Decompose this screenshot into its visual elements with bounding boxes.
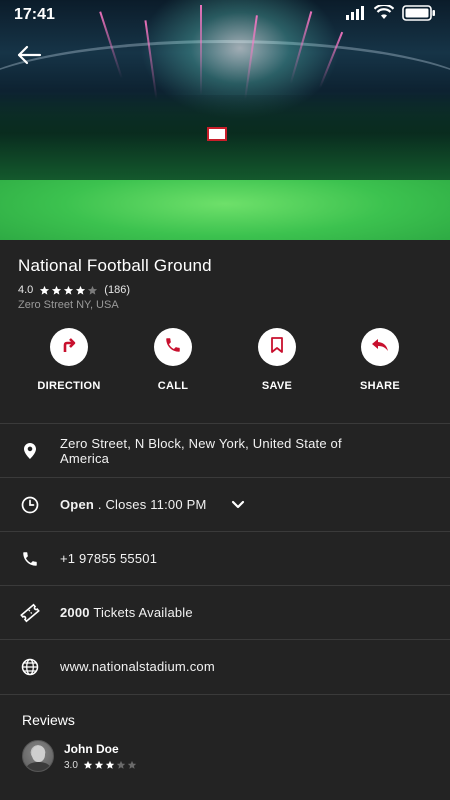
- phone-icon: [20, 549, 40, 569]
- arrow-left-icon: [16, 44, 42, 71]
- scoreboard-logo: [207, 127, 227, 141]
- address-line-2: America: [60, 450, 110, 466]
- wifi-icon: [373, 3, 395, 25]
- website-link[interactable]: www.nationalstadium.com: [60, 659, 215, 674]
- hours-detail: . Closes 11:00 PM: [97, 497, 207, 512]
- hours-row[interactable]: Open . Closes 11:00 PM: [0, 477, 450, 531]
- football-pitch: [0, 180, 450, 240]
- website-row[interactable]: www.nationalstadium.com: [0, 639, 450, 693]
- save-button[interactable]: SAVE: [225, 328, 329, 392]
- address-text: Zero Street, N Block, New York, United S…: [60, 436, 342, 466]
- star-filled-icon: [76, 285, 86, 295]
- tickets-label: Tickets Available: [93, 605, 193, 620]
- stadium-stands: [0, 95, 450, 190]
- review-meta: John Doe 3.0: [64, 742, 137, 771]
- star-empty-icon: [116, 760, 126, 769]
- tickets-text: 2000 Tickets Available: [60, 605, 193, 620]
- save-circle: [258, 328, 296, 366]
- avatar: [22, 740, 54, 772]
- share-icon: [371, 337, 389, 358]
- star-empty-icon: [88, 285, 98, 295]
- review-rating: 3.0: [64, 760, 137, 771]
- phone-icon: [164, 336, 182, 359]
- avatar-face: [32, 746, 45, 762]
- rating-value: 4.0: [18, 284, 34, 296]
- clock-icon: [20, 495, 40, 515]
- reviewer-name: John Doe: [64, 741, 119, 756]
- direction-circle: [50, 328, 88, 366]
- star-rating: [39, 285, 98, 296]
- phone-number: +1 97855 55501: [60, 551, 158, 566]
- share-button[interactable]: SHARE: [328, 328, 432, 392]
- address-line-1: Zero Street, N Block, New York, United S…: [60, 435, 342, 451]
- star-filled-icon: [94, 760, 104, 769]
- address-row[interactable]: Zero Street, N Block, New York, United S…: [0, 423, 450, 477]
- star-filled-icon: [64, 285, 74, 295]
- bookmark-icon: [269, 336, 285, 359]
- call-button[interactable]: CALL: [121, 328, 225, 392]
- globe-icon: [20, 657, 40, 677]
- call-circle: [154, 328, 192, 366]
- star-filled-icon: [40, 285, 50, 295]
- back-button[interactable]: [12, 40, 46, 74]
- star-filled-icon: [52, 285, 62, 295]
- tickets-row[interactable]: 2000 Tickets Available: [0, 585, 450, 639]
- place-rating: 4.0 (186): [18, 284, 432, 296]
- review-star-rating: [83, 760, 137, 770]
- review-rating-value: 3.0: [64, 759, 78, 771]
- share-circle: [361, 328, 399, 366]
- hours-text: Open . Closes 11:00 PM: [60, 497, 207, 512]
- direction-icon: [60, 336, 78, 359]
- tickets-count: 2000: [60, 605, 90, 620]
- action-bar: DIRECTION CALL SAVE SHARE: [0, 328, 450, 408]
- hero-stadium-image: [0, 0, 450, 240]
- place-header: National Football Ground 4.0 (186) Zero …: [18, 256, 432, 311]
- star-filled-icon: [83, 760, 93, 769]
- battery-icon: [402, 4, 436, 26]
- place-subtitle-address: Zero Street NY, USA: [18, 299, 119, 311]
- review-item[interactable]: John Doe 3.0: [22, 740, 428, 772]
- system-icons: [346, 3, 436, 26]
- share-label: SHARE: [359, 380, 400, 392]
- place-title: National Football Ground: [18, 256, 212, 275]
- ticket-icon: [20, 603, 40, 623]
- call-label: CALL: [157, 380, 189, 392]
- phone-row[interactable]: +1 97855 55501: [0, 531, 450, 585]
- direction-label: DIRECTION: [37, 380, 101, 392]
- star-empty-icon: [127, 760, 137, 769]
- status-bar: 17:41: [0, 0, 450, 30]
- direction-button[interactable]: DIRECTION: [17, 328, 121, 392]
- location-pin-icon: [20, 441, 40, 461]
- hours-status: Open: [60, 497, 95, 512]
- signal-icon: [346, 5, 366, 25]
- reviews-heading: Reviews: [22, 712, 75, 728]
- chevron-down-icon[interactable]: [231, 500, 245, 510]
- status-time: 17:41: [14, 6, 55, 23]
- review-count: (186): [104, 284, 130, 296]
- save-label: SAVE: [261, 380, 293, 392]
- reviews-section: Reviews John Doe 3.0: [0, 694, 450, 772]
- star-filled-icon: [105, 760, 115, 769]
- info-list: Zero Street, N Block, New York, United S…: [0, 423, 450, 693]
- avatar-body: [26, 762, 51, 771]
